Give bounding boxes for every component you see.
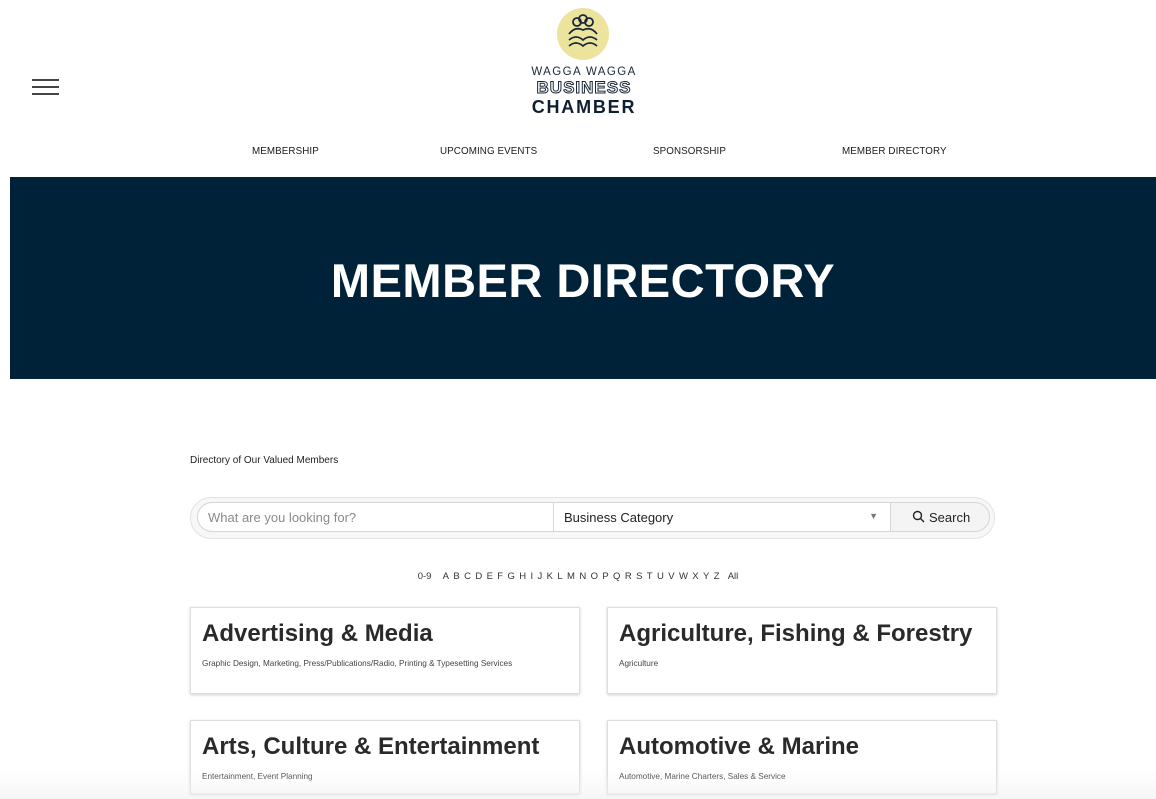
category-card-subtitle: Automotive, Marine Charters, Sales & Ser…	[619, 772, 786, 781]
logo-text-line3: CHAMBER	[531, 97, 637, 117]
category-card-advertising-media[interactable]: Advertising & Media Graphic Design, Mark…	[190, 607, 580, 694]
alpha-filter-i[interactable]: I	[530, 571, 533, 582]
alpha-filter-o[interactable]: O	[591, 571, 598, 582]
alpha-filter-z[interactable]: Z	[714, 571, 720, 582]
alpha-filter-a[interactable]: A	[443, 571, 449, 582]
alpha-filter-all[interactable]: All	[728, 571, 739, 582]
category-selected-value: Business Category	[564, 510, 674, 525]
logo-text-line2: BUSINESS	[536, 78, 632, 98]
nav-item-membership[interactable]: MEMBERSHIP	[252, 146, 319, 157]
page-title: MEMBER DIRECTORY	[330, 254, 836, 307]
category-card-title: Agriculture, Fishing & Forestry	[619, 620, 973, 647]
nav-item-upcoming-events[interactable]: UPCOMING EVENTS	[440, 146, 537, 157]
alpha-filter-n[interactable]: N	[579, 571, 586, 582]
alpha-filter-y[interactable]: Y	[703, 571, 709, 582]
chamber-logo[interactable]: WAGGA WAGGA BUSINESS CHAMBER	[520, 6, 670, 124]
search-icon	[912, 510, 925, 528]
alpha-filter-h[interactable]: H	[519, 571, 526, 582]
search-button[interactable]: Search	[890, 502, 990, 532]
category-card-title: Advertising & Media	[202, 620, 433, 647]
alpha-filter-e[interactable]: E	[487, 571, 493, 582]
category-card-title: Automotive & Marine	[619, 733, 860, 760]
alpha-filter-w[interactable]: W	[679, 571, 688, 582]
nav-item-member-directory[interactable]: MEMBER DIRECTORY	[842, 146, 947, 157]
business-category-select[interactable]: Business Category ▼	[553, 502, 891, 532]
category-card-subtitle: Graphic Design, Marketing, Press/Publica…	[202, 659, 513, 668]
main-nav: MEMBERSHIP UPCOMING EVENTS SPONSORSHIP M…	[0, 146, 1156, 162]
alpha-filter-u[interactable]: U	[657, 571, 664, 582]
nav-item-sponsorship[interactable]: SPONSORSHIP	[653, 146, 726, 157]
alpha-filter-d[interactable]: D	[475, 571, 482, 582]
alpha-filter-r[interactable]: R	[625, 571, 632, 582]
logo-text-line1: WAGGA WAGGA	[531, 66, 637, 78]
category-card-subtitle: Entertainment, Event Planning	[202, 772, 313, 781]
hamburger-menu-icon[interactable]	[32, 79, 59, 96]
alpha-filter-g[interactable]: G	[507, 571, 514, 582]
category-card-arts-culture-entertainment[interactable]: Arts, Culture & Entertainment Entertainm…	[190, 720, 580, 794]
category-card-title: Arts, Culture & Entertainment	[202, 733, 540, 760]
directory-intro: Directory of Our Valued Members	[190, 455, 339, 466]
category-card-subtitle: Agriculture	[619, 659, 659, 668]
logo-mark-icon	[557, 8, 609, 60]
alpha-filter-l[interactable]: L	[557, 571, 562, 582]
alpha-filter-t[interactable]: T	[647, 571, 653, 582]
directory-search-bar: Business Category ▼ Search	[190, 497, 995, 539]
alpha-filter-q[interactable]: Q	[613, 571, 620, 582]
search-input[interactable]	[197, 502, 553, 532]
alpha-filter-s[interactable]: S	[636, 571, 642, 582]
alphabet-filter: 0-9 A B C D E F G H I J K L M N O P Q R S T U V W X Y Z All	[0, 571, 1156, 582]
alpha-filter-c[interactable]: C	[464, 571, 471, 582]
alpha-filter-f[interactable]: F	[497, 571, 503, 582]
caret-down-icon: ▼	[869, 511, 878, 521]
alpha-filter-p[interactable]: P	[602, 571, 608, 582]
hero-banner: MEMBER DIRECTORY	[10, 177, 1156, 379]
search-button-label: Search	[929, 510, 971, 525]
category-card-automotive-marine[interactable]: Automotive & Marine Automotive, Marine C…	[607, 720, 997, 794]
alpha-filter-0-9[interactable]: 0-9	[418, 571, 432, 582]
alpha-filter-k[interactable]: K	[547, 571, 553, 582]
alpha-filter-j[interactable]: J	[538, 571, 543, 582]
alpha-filter-x[interactable]: X	[692, 571, 698, 582]
category-card-agriculture-fishing-forestry[interactable]: Agriculture, Fishing & Forestry Agricult…	[607, 607, 997, 694]
alpha-filter-b[interactable]: B	[453, 571, 459, 582]
alpha-filter-v[interactable]: V	[668, 571, 674, 582]
alpha-filter-m[interactable]: M	[567, 571, 575, 582]
